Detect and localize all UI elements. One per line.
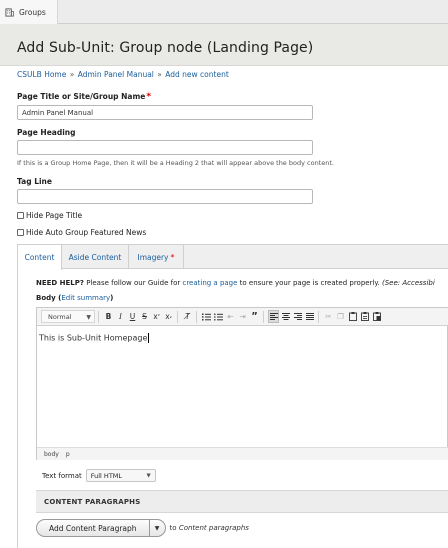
page-heading-label: Page Heading [17,128,76,137]
tabs-bar: Content Aside Content Imagery * [18,245,448,270]
paste-text-icon[interactable] [359,310,370,323]
tab-content-label: Content [24,253,55,262]
text-format-value: Full HTML [90,471,123,480]
page-title: Add Sub-Unit: Group node (Landing Page) [17,40,314,56]
element-path-bar: body p [37,447,448,460]
tab-imagery-label: Imagery [137,252,169,262]
groups-tab-label: Groups [19,7,46,17]
bulleted-list-icon[interactable] [213,310,224,323]
help-text-italic: (See: Accessibi [382,279,435,287]
required-mark: * [170,252,175,262]
groups-tab[interactable]: Groups [0,0,58,24]
add-content-paragraph-button[interactable]: Add Content Paragraph [36,519,150,537]
chevron-down-icon: ▼ [154,524,160,532]
superscript-icon[interactable]: x² [151,310,162,323]
page-title-label: Page Title or Site/Group Name* [17,92,151,102]
chevron-down-icon: ▼ [86,314,91,321]
cut-icon[interactable]: ✂ [323,310,334,323]
help-text-part2: to ensure your page is created properly. [237,279,382,287]
text-cursor [148,333,150,343]
subscript-icon[interactable]: x₂ [163,310,174,323]
body-label: Body (Edit summary) [36,294,113,302]
remove-format-icon[interactable]: T̸ [182,310,193,323]
add-paragraph-to-prefix: to [169,524,179,532]
indent-icon[interactable]: ⇥ [237,310,248,323]
rich-text-editor: Normal ▼ B I U S x² x₂ T̸ ⇤ ⇥ ” ✂ ❐ This… [36,307,448,460]
help-text: NEED HELP? Please follow our Guide for c… [36,279,435,287]
add-paragraph-dropdown-toggle[interactable]: ▼ [149,519,166,537]
align-center-icon[interactable] [280,310,291,323]
path-p[interactable]: p [66,451,70,458]
breadcrumb-add-new-content[interactable]: Add new content [165,70,229,79]
help-text-part1: Please follow our Guide for [83,279,183,287]
hide-page-title-label: Hide Page Title [26,211,83,220]
tab-aside-content-label: Aside Content [68,252,122,262]
bold-icon[interactable]: B [103,310,114,323]
chevron-down-icon: ▼ [146,473,151,479]
breadcrumb-separator: » [157,70,162,79]
underline-icon[interactable]: U [127,310,138,323]
page-heading-description: If this is a Group Home Page, then it wi… [17,159,334,167]
align-left-icon[interactable] [268,310,279,323]
tab-aside-content[interactable]: Aside Content [62,245,129,269]
creating-a-page-link[interactable]: creating a page [182,279,237,287]
need-help-prefix: NEED HELP? [36,279,84,287]
breadcrumb: CSULB Home » Admin Panel Manual » Add ne… [17,70,229,79]
editor-toolbar: Normal ▼ B I U S x² x₂ T̸ ⇤ ⇥ ” ✂ ❐ [37,308,448,326]
path-body[interactable]: body [44,451,59,458]
toolbar-separator [196,310,197,323]
tag-line-label: Tag Line [17,177,52,186]
body-label-close-paren: ) [110,294,114,302]
tab-content[interactable]: Content [18,245,62,270]
italic-icon[interactable]: I [115,310,126,323]
hide-page-title-checkbox[interactable] [17,212,24,219]
outdent-icon[interactable]: ⇤ [225,310,236,323]
paste-word-icon[interactable] [371,310,382,323]
toolbar-separator [177,310,178,323]
building-icon [5,7,14,17]
justify-icon[interactable] [304,310,315,323]
editor-content-area[interactable]: This is Sub-Unit Homepage [37,327,448,447]
copy-icon[interactable]: ❐ [335,310,346,323]
toolbar-separator [318,310,319,323]
tab-imagery[interactable]: Imagery * [129,245,184,269]
format-select-value: Normal [48,312,72,321]
align-right-icon[interactable] [292,310,303,323]
page-heading-input[interactable] [17,140,313,155]
add-paragraph-group: Add Content Paragraph ▼ to Content parag… [36,519,249,537]
tag-line-input[interactable] [17,189,313,204]
text-format-select[interactable]: Full HTML ▼ [85,469,156,482]
text-format-row: Text format Full HTML ▼ [42,469,156,482]
hide-featured-news-checkbox[interactable] [17,229,24,236]
text-format-label: Text format [42,471,82,480]
add-paragraph-target: to Content paragraphs [170,524,249,532]
hide-featured-news-label: Hide Auto Group Featured News [26,228,147,237]
page-title-label-text: Page Title or Site/Group Name [17,92,146,101]
add-paragraph-target-name: Content paragraphs [178,524,249,532]
page-header: Add Sub-Unit: Group node (Landing Page) [0,24,448,66]
breadcrumb-admin-panel-manual[interactable]: Admin Panel Manual [78,70,154,79]
breadcrumb-separator: » [69,70,75,79]
top-toolbar: Groups [0,0,448,24]
paste-icon[interactable] [347,310,358,323]
toolbar-separator [98,310,99,323]
breadcrumb-home[interactable]: CSULB Home [17,70,66,79]
page-title-input[interactable] [17,105,313,120]
blockquote-icon[interactable]: ” [249,310,260,323]
hide-page-title-checkbox-row[interactable]: Hide Page Title [17,211,82,220]
body-label-text: Body [36,294,56,302]
content-paragraphs-header: CONTENT PARAGRAPHS [36,490,448,513]
format-select[interactable]: Normal ▼ [41,310,95,323]
hide-featured-news-checkbox-row[interactable]: Hide Auto Group Featured News [17,228,146,237]
strikethrough-icon[interactable]: S [139,310,150,323]
required-mark: * [146,92,152,102]
editor-content-text: This is Sub-Unit Homepage [39,333,148,343]
edit-summary-link[interactable]: Edit summary [61,294,110,302]
numbered-list-icon[interactable] [201,310,212,323]
toolbar-separator [263,310,264,323]
